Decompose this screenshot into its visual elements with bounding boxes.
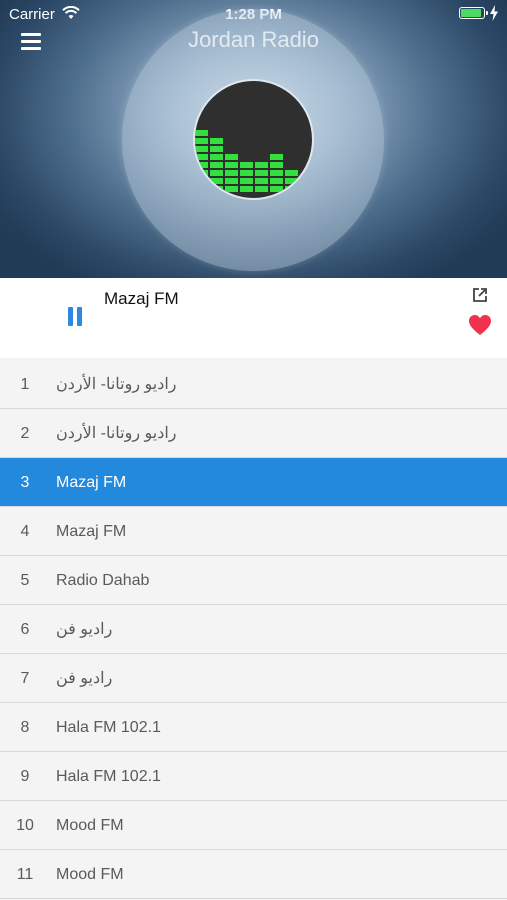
station-number: 11 [16,866,34,883]
pause-button[interactable] [66,307,84,326]
eq-segment [225,178,238,184]
eq-segment [210,162,223,168]
eq-segment [270,178,283,184]
eq-segment [225,154,238,160]
station-name: راديو روتانا- الأردن [56,425,177,442]
eq-segment [285,170,298,176]
eq-segment [255,186,268,192]
eq-segment [195,130,208,136]
hero-banner: Carrier 1:28 PM Jordan Radio [0,0,507,278]
eq-segment [270,162,283,168]
eq-segment [210,170,223,176]
station-name: Mazaj FM [56,523,127,540]
station-row[interactable]: 8 Hala FM 102.1 [0,703,507,752]
eq-segment [210,138,223,144]
charging-icon [490,5,498,21]
station-number: 3 [20,474,30,491]
station-list: 1 راديو روتانا- الأردن 2 راديو روتانا- الأر… [0,360,507,899]
station-row[interactable]: 3 Mazaj FM [0,458,507,507]
station-name: راديو فن [56,621,113,638]
battery-icon [459,7,488,19]
station-number: 10 [16,817,34,834]
station-row[interactable]: 6 راديو فن [0,605,507,654]
eq-segment [195,154,208,160]
eq-segment [225,170,238,176]
eq-segment [255,178,268,184]
eq-segment [195,138,208,144]
station-row[interactable]: 4 Mazaj FM [0,507,507,556]
station-name: Hala FM 102.1 [56,768,161,785]
station-row[interactable]: 5 Radio Dahab [0,556,507,605]
station-name: Radio Dahab [56,572,150,589]
eq-segment [270,170,283,176]
favorite-heart-icon[interactable] [468,314,492,336]
station-number: 5 [20,572,30,589]
station-row[interactable]: 9 Hala FM 102.1 [0,752,507,801]
eq-segment [210,146,223,152]
eq-segment [255,170,268,176]
eq-segment [195,146,208,152]
station-name: راديو فن [56,670,113,687]
station-name: Mood FM [56,817,124,834]
station-name: Mood FM [56,866,124,883]
station-number: 2 [20,425,30,442]
eq-segment [255,162,268,168]
station-number: 9 [20,768,30,785]
eq-segment [240,186,253,192]
station-number: 1 [20,376,30,393]
station-row[interactable]: 1 راديو روتانا- الأردن [0,360,507,409]
station-row[interactable]: 11 Mood FM [0,850,507,899]
station-number: 4 [20,523,30,540]
station-number: 6 [20,621,30,638]
eq-segment [270,186,283,192]
share-icon[interactable] [471,286,489,304]
album-disc [193,79,314,200]
station-number: 8 [20,719,30,736]
eq-segment [270,154,283,160]
station-name: راديو روتانا- الأردن [56,376,177,393]
station-row[interactable]: 2 راديو روتانا- الأردن [0,409,507,458]
eq-segment [210,178,223,184]
station-row[interactable]: 10 Mood FM [0,801,507,850]
eq-segment [225,162,238,168]
now-playing-title: Mazaj FM [104,289,179,308]
eq-segment [240,170,253,176]
eq-segment [225,186,238,192]
eq-segment [210,154,223,160]
station-number: 7 [20,670,30,687]
station-row[interactable]: 7 راديو فن [0,654,507,703]
eq-segment [240,178,253,184]
station-name: Hala FM 102.1 [56,719,161,736]
station-name: Mazaj FM [56,474,127,491]
equalizer-visualizer [195,130,312,192]
eq-segment [240,162,253,168]
